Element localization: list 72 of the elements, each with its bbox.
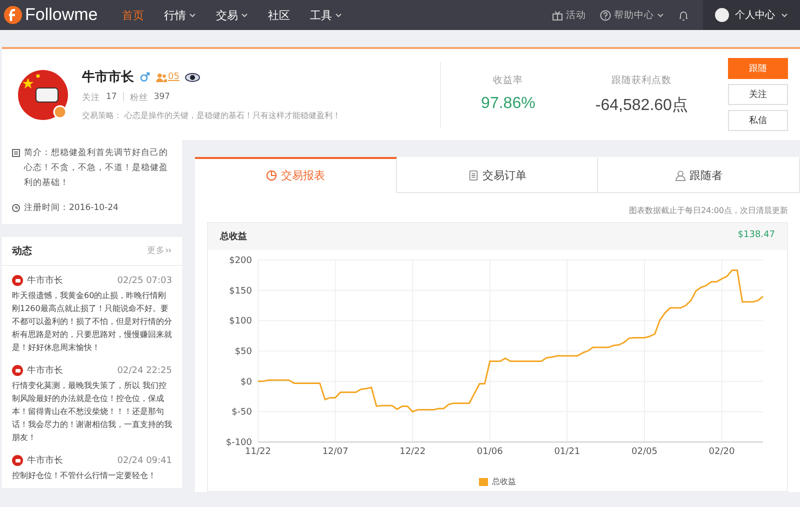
nav-link[interactable]: 交易 [216, 8, 248, 22]
avatar-icon [12, 275, 23, 286]
bell-icon[interactable] [678, 10, 689, 20]
y-tick-label: $150 [229, 286, 252, 296]
author-name: 牛市市长 [27, 454, 63, 467]
y-tick-label: $-50 [232, 408, 252, 418]
x-tick-label: 01/06 [476, 447, 503, 457]
nav-link[interactable]: 工具 [310, 8, 342, 22]
stat-label: 跟随获利点数 [612, 74, 672, 86]
help-icon [600, 10, 611, 20]
intro-icon [12, 149, 20, 157]
legend-label[interactable]: 总收益 [492, 476, 516, 487]
double-chevron-icon [165, 248, 172, 253]
panel-title: 总收益 [220, 230, 247, 243]
y-tick-label: $100 [229, 316, 252, 327]
strategy-label: 交易策略： [82, 111, 122, 120]
clock-icon [12, 204, 20, 212]
action-button[interactable]: 私信 [728, 110, 788, 131]
gift-icon [552, 10, 563, 20]
fans-count: 397 [154, 92, 170, 104]
chevron-down-icon [657, 12, 664, 18]
x-tick-label: 11/22 [245, 447, 271, 457]
action-button[interactable]: 关注 [728, 84, 788, 105]
nav-link[interactable]: 行情 [164, 8, 196, 22]
eye-icon [185, 72, 200, 82]
following-label: 关注 [82, 92, 100, 104]
x-tick-label: 12/07 [322, 447, 348, 457]
stat-value: 97.86% [481, 94, 536, 112]
person-icon [674, 170, 686, 181]
nav-link[interactable]: 社区 [268, 8, 290, 22]
intro-text: 简介：想稳健盈利首先调节好自己的心态！不贪，不急，不道！是稳健盈利的基础！ [24, 147, 169, 190]
y-tick-label: $200 [229, 256, 252, 266]
pie-chart-icon [266, 170, 277, 181]
author-name: 牛市市长 [27, 364, 63, 377]
logo-icon [4, 6, 22, 24]
chevron-down-icon [781, 12, 788, 18]
people-icon [156, 72, 167, 82]
post-time: 02/24 09:41 [117, 456, 172, 466]
y-tick-label: $-100 [226, 438, 252, 448]
logo-text: Followme [25, 5, 98, 25]
post-text: 控制好仓位！不管什么行情一定要轻仓！ [12, 470, 157, 482]
feed-title: 动态 [12, 244, 32, 258]
post-text: 行情变化莫测，最晚我失策了，所以 我们控制风险最好的办法就是仓位！控仓位，保成本！留得青山在不愁没柴烧！！！还是那句话！我会尽力的！谢谢相信我，一直支持的我朋友！ [12, 380, 172, 444]
total-value: $138.47 [738, 230, 775, 242]
avatar-drawing [18, 70, 68, 120]
strategy-text: 心态是操作的关键，是稳健的基石！只有这样才能稳健盈利！ [124, 111, 341, 120]
tab[interactable]: 跟随者 [598, 157, 800, 193]
document-icon [468, 170, 478, 181]
user-menu[interactable]: 个人中心 [703, 0, 800, 30]
x-tick-label: 01/21 [554, 447, 580, 457]
fans-label: 粉丝 [130, 92, 148, 104]
post-text: 昨天很遗憾，我黄金60的止损，昨晚行情刚刚1260最高点就止损了！只能说命不好。要不都可以盈利的！损了不怕，但是对行情的分析有思路是对的，只要思路对，慢慢赚回来就是！好好休息周末愉快！ [12, 290, 172, 354]
help-center-link[interactable]: 帮助中心 [600, 8, 664, 22]
avatar-icon [12, 455, 23, 466]
activity-link[interactable]: 活动 [552, 8, 586, 22]
stat-label: 收益率 [493, 74, 524, 86]
x-tick-label: 02/20 [708, 447, 735, 457]
post-time: 02/24 22:25 [117, 366, 172, 376]
registration-date: 注册时间：2016-10-24 [24, 202, 118, 215]
user-name: 牛市市长 [82, 68, 134, 86]
following-count: 17 [106, 92, 117, 104]
x-tick-label: 02/05 [632, 447, 658, 457]
post-time: 02/25 07:03 [117, 276, 172, 286]
author-name: 牛市市长 [27, 274, 63, 287]
stat-value: -64,582.60点 [595, 96, 688, 116]
chart-note: 图表数据截止于每日24:00点，次日清晨更新 [628, 205, 789, 217]
avatar-icon [12, 365, 23, 376]
tab[interactable]: 交易订单 [396, 157, 598, 193]
y-tick-label: $0 [240, 377, 252, 388]
y-tick-label: $50 [234, 347, 252, 357]
nav-link[interactable]: 首页 [122, 8, 144, 22]
x-tick-label: 12/22 [400, 447, 426, 457]
